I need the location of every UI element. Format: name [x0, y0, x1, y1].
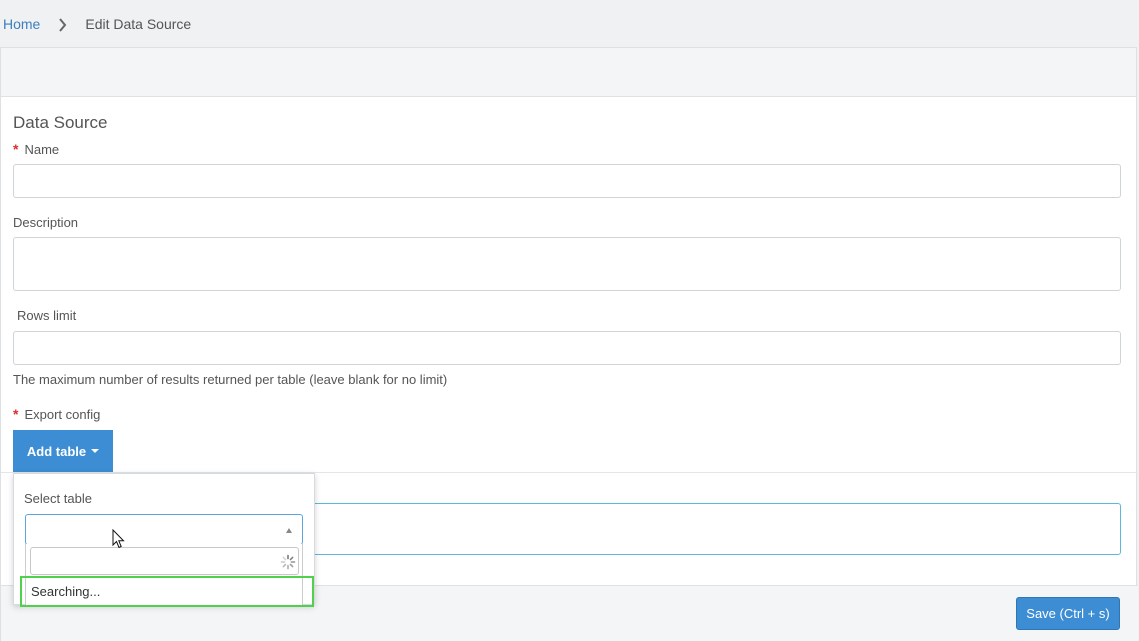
add-table-dropdown: Select table Searching...: [13, 473, 315, 607]
required-marker: *: [13, 406, 19, 422]
description-textarea[interactable]: [13, 237, 1121, 291]
save-button[interactable]: Save (Ctrl + s): [1016, 597, 1120, 630]
select-table-combobox[interactable]: [25, 514, 303, 545]
caret-down-icon: [91, 449, 100, 453]
select-table-label: Select table: [24, 491, 92, 506]
name-label: * Name: [13, 141, 60, 157]
panel-header: [1, 48, 1136, 97]
caret-up-icon: [286, 528, 292, 533]
table-search-input[interactable]: [30, 547, 299, 575]
export-config-label: * Export config: [13, 406, 101, 422]
rows-limit-label: Rows limit: [17, 308, 77, 323]
mouse-cursor-icon: [112, 529, 125, 549]
description-label: Description: [13, 215, 79, 230]
breadcrumb-home-link[interactable]: Home: [3, 16, 40, 32]
breadcrumb-current: Edit Data Source: [85, 15, 192, 32]
required-marker: *: [13, 141, 19, 157]
add-table-button[interactable]: Add table: [13, 430, 113, 472]
name-input[interactable]: [13, 164, 1121, 198]
chevron-right-icon: [59, 17, 67, 32]
loading-spinner-icon: [280, 554, 296, 570]
breadcrumb: Home Edit Data Source: [0, 0, 1139, 47]
searching-status: Searching...: [20, 576, 314, 607]
rows-limit-hint: The maximum number of results returned p…: [13, 372, 448, 387]
section-title: Data Source: [13, 113, 108, 132]
select-results: Searching...: [20, 544, 314, 607]
data-source-panel: Data Source * Name Description Rows limit…: [0, 47, 1138, 641]
rows-limit-input[interactable]: [13, 331, 1121, 365]
add-table-label: Add table: [26, 443, 87, 459]
